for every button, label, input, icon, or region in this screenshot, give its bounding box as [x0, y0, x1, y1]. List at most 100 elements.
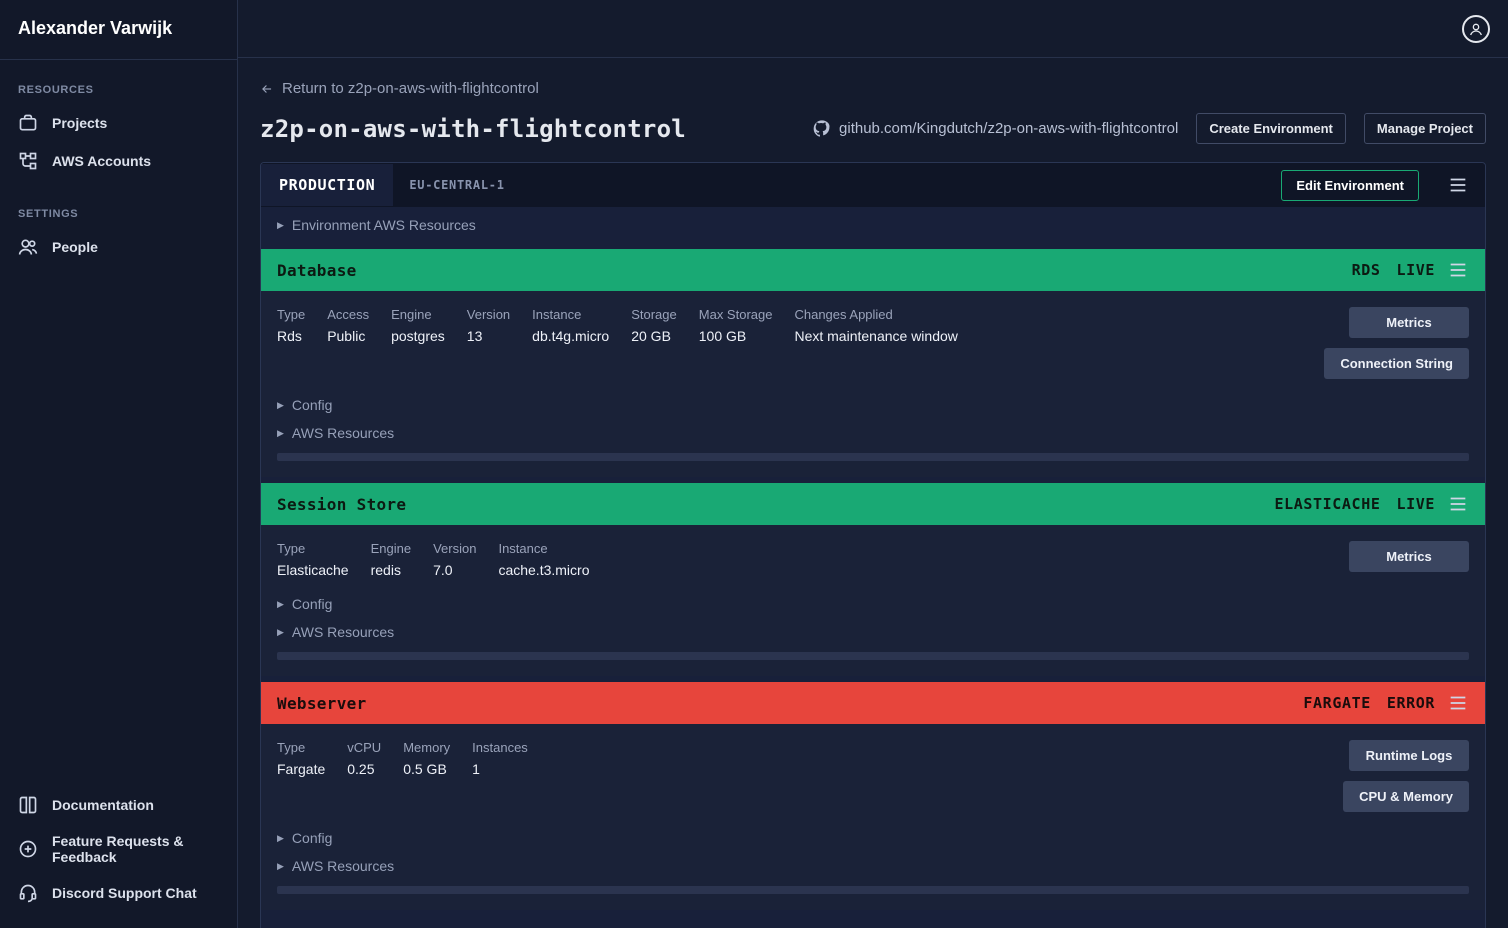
label-engine: Engine: [391, 307, 445, 322]
manage-project-button[interactable]: Manage Project: [1364, 113, 1486, 144]
webserver-config-toggle[interactable]: ▶Config: [277, 824, 1469, 852]
value-type: Rds: [277, 328, 305, 344]
sidebar-item-projects[interactable]: Projects: [0, 104, 237, 142]
progress-bar: [277, 652, 1469, 660]
disclosure-label: Config: [292, 596, 332, 612]
service-database-menu[interactable]: [1447, 259, 1469, 281]
value-version: 13: [467, 328, 510, 344]
webserver-aws-resources-toggle[interactable]: ▶AWS Resources: [277, 852, 1469, 880]
label-max-storage: Max Storage: [699, 307, 773, 322]
triangle-right-icon: ▶: [277, 599, 284, 610]
service-database-body: Type Rds Access Public Engine postgres Vers…: [261, 291, 1485, 477]
main: Return to z2p-on-aws-with-flightcontrol …: [238, 0, 1508, 928]
headset-icon: [18, 883, 38, 903]
disclosure-label: AWS Resources: [292, 858, 394, 874]
progress-bar: [277, 886, 1469, 894]
webserver-cpu-memory-button[interactable]: CPU & Memory: [1343, 781, 1469, 812]
triangle-right-icon: ▶: [277, 220, 284, 231]
sidebar-item-discord[interactable]: Discord Support Chat: [0, 874, 237, 912]
service-webserver: Webserver FARGATE ERROR TypeFargate vCPU…: [261, 682, 1485, 910]
value-changes-applied: Next maintenance window: [794, 328, 957, 344]
environment-head: PRODUCTION EU-CENTRAL-1 Edit Environment: [261, 163, 1485, 207]
value-instance: db.t4g.micro: [532, 328, 609, 344]
service-title: Webserver: [277, 694, 367, 713]
database-connection-string-button[interactable]: Connection String: [1324, 348, 1469, 379]
sidebar-item-people[interactable]: People: [0, 228, 237, 266]
sidebar-item-label: Documentation: [52, 797, 154, 813]
people-icon: [18, 237, 38, 257]
sidebar-item-label: Projects: [52, 115, 107, 131]
label-memory: Memory: [403, 740, 450, 755]
session-store-config-toggle[interactable]: ▶ Config: [277, 590, 1469, 618]
menu-icon: [1447, 493, 1469, 515]
label-type: Type: [277, 541, 349, 556]
service-database-head: Database RDS LIVE: [261, 249, 1485, 291]
environment-tab[interactable]: PRODUCTION: [261, 164, 393, 206]
service-type-badge: FARGATE: [1303, 694, 1370, 712]
environment-menu[interactable]: [1431, 174, 1485, 196]
webserver-runtime-logs-button[interactable]: Runtime Logs: [1349, 740, 1469, 771]
progress-bar: [277, 453, 1469, 461]
sidebar-item-label: AWS Accounts: [52, 153, 151, 169]
env-aws-resources-toggle[interactable]: ▶ Environment AWS Resources: [261, 207, 1485, 243]
sidebar-body: RESOURCES Projects AWS Accounts SETTINGS: [0, 60, 237, 776]
sidebar-item-feedback[interactable]: Feature Requests & Feedback: [0, 824, 237, 874]
sidebar-item-aws-accounts[interactable]: AWS Accounts: [0, 142, 237, 180]
value-version: 7.0: [433, 562, 476, 578]
label-access: Access: [327, 307, 369, 322]
service-title: Session Store: [277, 495, 406, 514]
service-type-badge: ELASTICACHE: [1275, 495, 1381, 513]
sidebar-footer: Documentation Feature Requests & Feedbac…: [0, 776, 237, 928]
label-version: Version: [467, 307, 510, 322]
repo-link[interactable]: github.com/Kingdutch/z2p-on-aws-with-fli…: [813, 120, 1178, 138]
back-link[interactable]: Return to z2p-on-aws-with-flightcontrol: [260, 80, 1486, 97]
edit-environment-button[interactable]: Edit Environment: [1281, 170, 1419, 201]
menu-icon: [1447, 174, 1469, 196]
value-storage: 20 GB: [631, 328, 677, 344]
briefcase-icon: [18, 113, 38, 133]
value-type: Fargate: [277, 761, 325, 777]
service-session-store: Session Store ELASTICACHE LIVE Type Elast…: [261, 483, 1485, 676]
service-webserver-body: TypeFargate vCPU0.25 Memory0.5 GB Instan…: [261, 724, 1485, 910]
account-avatar[interactable]: [1462, 15, 1490, 43]
label-instances: Instances: [472, 740, 528, 755]
label-instance: Instance: [498, 541, 589, 556]
value-type: Elasticache: [277, 562, 349, 578]
service-session-store-menu[interactable]: [1447, 493, 1469, 515]
database-config-toggle[interactable]: ▶Config: [277, 391, 1469, 419]
value-engine: redis: [371, 562, 411, 578]
value-engine: postgres: [391, 328, 445, 344]
service-webserver-head: Webserver FARGATE ERROR: [261, 682, 1485, 724]
value-access: Public: [327, 328, 369, 344]
menu-icon: [1447, 259, 1469, 281]
section-settings-label: SETTINGS: [0, 202, 237, 228]
sidebar-header: Alexander Varwijk: [0, 0, 237, 60]
session-store-metrics-button[interactable]: Metrics: [1349, 541, 1469, 572]
label-type: Type: [277, 307, 305, 322]
service-session-store-body: TypeElasticache Engineredis Version7.0 I…: [261, 525, 1485, 676]
service-status-badge: ERROR: [1387, 694, 1435, 712]
label-instance: Instance: [532, 307, 609, 322]
disclosure-label: Config: [292, 830, 332, 846]
back-label: Return to z2p-on-aws-with-flightcontrol: [282, 80, 539, 97]
create-environment-button[interactable]: Create Environment: [1196, 113, 1346, 144]
sidebar-item-label: People: [52, 239, 98, 255]
label-storage: Storage: [631, 307, 677, 322]
nodes-icon: [18, 151, 38, 171]
title-row: z2p-on-aws-with-flightcontrol github.com…: [260, 113, 1486, 144]
book-icon: [18, 795, 38, 815]
sidebar-item-documentation[interactable]: Documentation: [0, 786, 237, 824]
session-store-aws-resources-toggle[interactable]: ▶AWS Resources: [277, 618, 1469, 646]
database-aws-resources-toggle[interactable]: ▶AWS Resources: [277, 419, 1469, 447]
topbar: [238, 0, 1508, 58]
repo-label: github.com/Kingdutch/z2p-on-aws-with-fli…: [839, 120, 1178, 137]
sidebar-item-label: Discord Support Chat: [52, 885, 197, 901]
service-status-badge: LIVE: [1396, 495, 1435, 513]
service-title: Database: [277, 261, 357, 280]
label-changes-applied: Changes Applied: [794, 307, 957, 322]
label-vcpu: vCPU: [347, 740, 381, 755]
disclosure-label: AWS Resources: [292, 624, 394, 640]
label-engine: Engine: [371, 541, 411, 556]
database-metrics-button[interactable]: Metrics: [1349, 307, 1469, 338]
service-webserver-menu[interactable]: [1447, 692, 1469, 714]
